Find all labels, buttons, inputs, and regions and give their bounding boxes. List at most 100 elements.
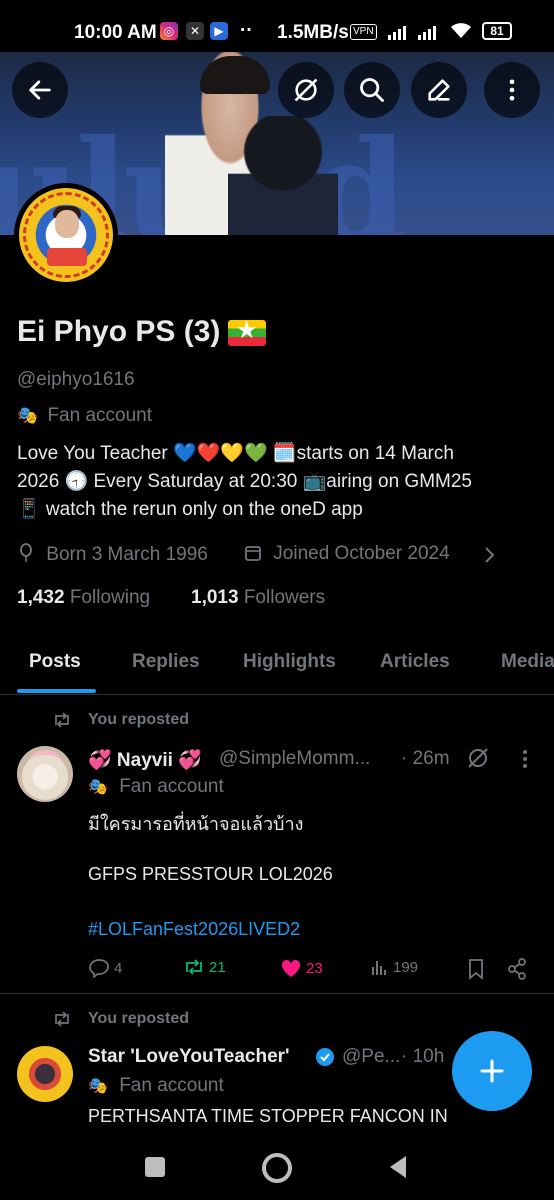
edit-button[interactable] bbox=[411, 62, 467, 118]
mask-icon: 🎭 bbox=[17, 406, 39, 425]
bio-line: 2026 🕣 Every Saturday at 20:30 📺airing o… bbox=[17, 471, 472, 492]
post-author-name[interactable]: 💞 Nayvii 💞 bbox=[88, 748, 202, 772]
back-button[interactable] bbox=[12, 62, 68, 118]
like-action[interactable]: 23 bbox=[280, 958, 323, 978]
profile-name: Ei Phyo PS (3) bbox=[17, 315, 221, 348]
followers-label: Followers bbox=[243, 587, 326, 608]
post-time: · 10h bbox=[401, 1046, 445, 1067]
repost-count: 21 bbox=[209, 958, 226, 976]
repost-icon bbox=[55, 712, 69, 728]
account-label-text: Fan account bbox=[119, 776, 224, 797]
profile-handle: @eiphyo1616 bbox=[17, 369, 135, 390]
bunny-ears-decor bbox=[29, 750, 61, 771]
account-label-text: Fan account bbox=[119, 1075, 224, 1096]
followers-stat[interactable]: 1,013 Followers bbox=[191, 587, 325, 609]
born-text: Born 3 March 1996 bbox=[46, 544, 208, 565]
x-icon: ✕ bbox=[186, 22, 204, 40]
reply-count: 4 bbox=[114, 959, 123, 977]
repost-icon bbox=[55, 1011, 69, 1027]
plus-icon bbox=[480, 1059, 504, 1083]
vpn-badge: VPN bbox=[350, 24, 377, 40]
battery-icon: 81 bbox=[482, 22, 512, 40]
following-label: Following bbox=[69, 587, 151, 608]
post-author-handle: @Pe... bbox=[342, 1046, 401, 1067]
avatar-cake bbox=[47, 248, 87, 266]
views-icon bbox=[372, 961, 386, 975]
profile-bio: Love You Teacher 💙❤️💛💚 🗓️starts on 14 Ma… bbox=[17, 440, 537, 524]
repost-action[interactable]: 21 bbox=[183, 958, 226, 976]
calendar-icon bbox=[245, 546, 261, 561]
compose-button[interactable] bbox=[452, 1031, 532, 1111]
mask-icon: 🎭 bbox=[88, 1078, 108, 1095]
comment-icon bbox=[89, 959, 109, 978]
tab-replies[interactable]: Replies bbox=[132, 651, 200, 673]
mute-icon bbox=[294, 78, 318, 102]
post-time: · 26m bbox=[401, 748, 450, 769]
home-button[interactable] bbox=[262, 1153, 292, 1183]
post-account-label: 🎭 Fan account bbox=[88, 1075, 224, 1097]
joined-info: Joined October 2024 bbox=[244, 543, 450, 565]
net-speed: 1.5MB/s bbox=[277, 22, 349, 43]
system-nav-bar bbox=[0, 1136, 554, 1200]
edit-icon bbox=[428, 79, 450, 101]
more-dots-icon: ·· bbox=[240, 20, 253, 41]
post-avatar[interactable] bbox=[17, 1046, 73, 1102]
search-icon bbox=[360, 78, 384, 102]
bookmark-icon[interactable] bbox=[467, 958, 485, 980]
arrow-left-icon bbox=[29, 80, 51, 100]
joined-text: Joined October 2024 bbox=[273, 543, 450, 564]
active-tab-indicator bbox=[17, 689, 96, 693]
avatar-image bbox=[19, 188, 113, 282]
mute-button[interactable] bbox=[278, 62, 334, 118]
heart-icon bbox=[281, 959, 301, 977]
like-count: 23 bbox=[306, 959, 323, 977]
post-text: GFPS PRESSTOUR LOL2026 bbox=[88, 864, 333, 884]
avatar-face bbox=[55, 210, 79, 238]
views-count: 199 bbox=[393, 958, 419, 976]
post-author-name[interactable]: Star 'LoveYouTeacher' bbox=[88, 1046, 290, 1068]
tab-posts[interactable]: Posts bbox=[29, 651, 81, 673]
following-count: 1,432 bbox=[17, 587, 65, 608]
instagram-icon: ◎ bbox=[160, 22, 178, 40]
status-time: 10:00 AM bbox=[74, 22, 157, 43]
repost-label: You reposted bbox=[88, 1010, 190, 1027]
bio-line: Love You Teacher 💙❤️💛💚 🗓️starts on 14 Ma… bbox=[17, 443, 454, 464]
tab-media[interactable]: Media bbox=[501, 651, 554, 673]
repost-icon bbox=[186, 959, 202, 975]
views-action[interactable]: 199 bbox=[371, 958, 418, 976]
search-button[interactable] bbox=[344, 62, 400, 118]
recents-button[interactable] bbox=[145, 1157, 165, 1177]
divider bbox=[0, 694, 554, 695]
share-icon[interactable] bbox=[507, 958, 527, 980]
post-author-handle: @SimpleMomm... bbox=[219, 748, 371, 769]
signal-icon bbox=[418, 24, 436, 40]
post-hashtag[interactable]: #LOLFanFest2026LIVED2 bbox=[88, 919, 300, 940]
banner-person-back bbox=[228, 116, 338, 235]
post-avatar[interactable] bbox=[17, 746, 73, 802]
bio-line: 📱 watch the rerun only on the oneD app bbox=[17, 499, 363, 520]
mute-icon[interactable] bbox=[466, 746, 490, 770]
repost-label: You reposted bbox=[88, 711, 190, 728]
chevron-right-icon[interactable] bbox=[482, 545, 496, 565]
born-info: Born 3 March 1996 bbox=[17, 543, 208, 566]
post-account-label: 🎭 Fan account bbox=[88, 776, 224, 798]
post-text: PERTHSANTA TIME STOPPER FANCON IN bbox=[88, 1106, 448, 1126]
more-vertical-icon[interactable] bbox=[515, 748, 535, 770]
verified-badge-icon bbox=[316, 1048, 334, 1066]
wifi-icon bbox=[451, 23, 471, 38]
profile-avatar[interactable] bbox=[14, 183, 118, 287]
app-icon: ▶ bbox=[210, 22, 228, 40]
balloon-icon bbox=[20, 543, 32, 562]
reply-action[interactable]: 4 bbox=[88, 958, 122, 978]
account-label-text: Fan account bbox=[47, 405, 153, 426]
myanmar-flag-icon bbox=[228, 316, 266, 346]
tab-highlights[interactable]: Highlights bbox=[243, 651, 336, 673]
signal-icon bbox=[388, 24, 406, 40]
more-vertical-icon bbox=[509, 79, 515, 101]
back-nav-button[interactable] bbox=[386, 1154, 410, 1180]
following-stat[interactable]: 1,432 Following bbox=[17, 587, 150, 609]
post-text: มีใครมารอที่หน้าจอแล้วบ้าง bbox=[88, 814, 304, 834]
mask-icon: 🎭 bbox=[88, 779, 108, 796]
tab-articles[interactable]: Articles bbox=[380, 651, 450, 673]
more-button[interactable] bbox=[484, 62, 540, 118]
